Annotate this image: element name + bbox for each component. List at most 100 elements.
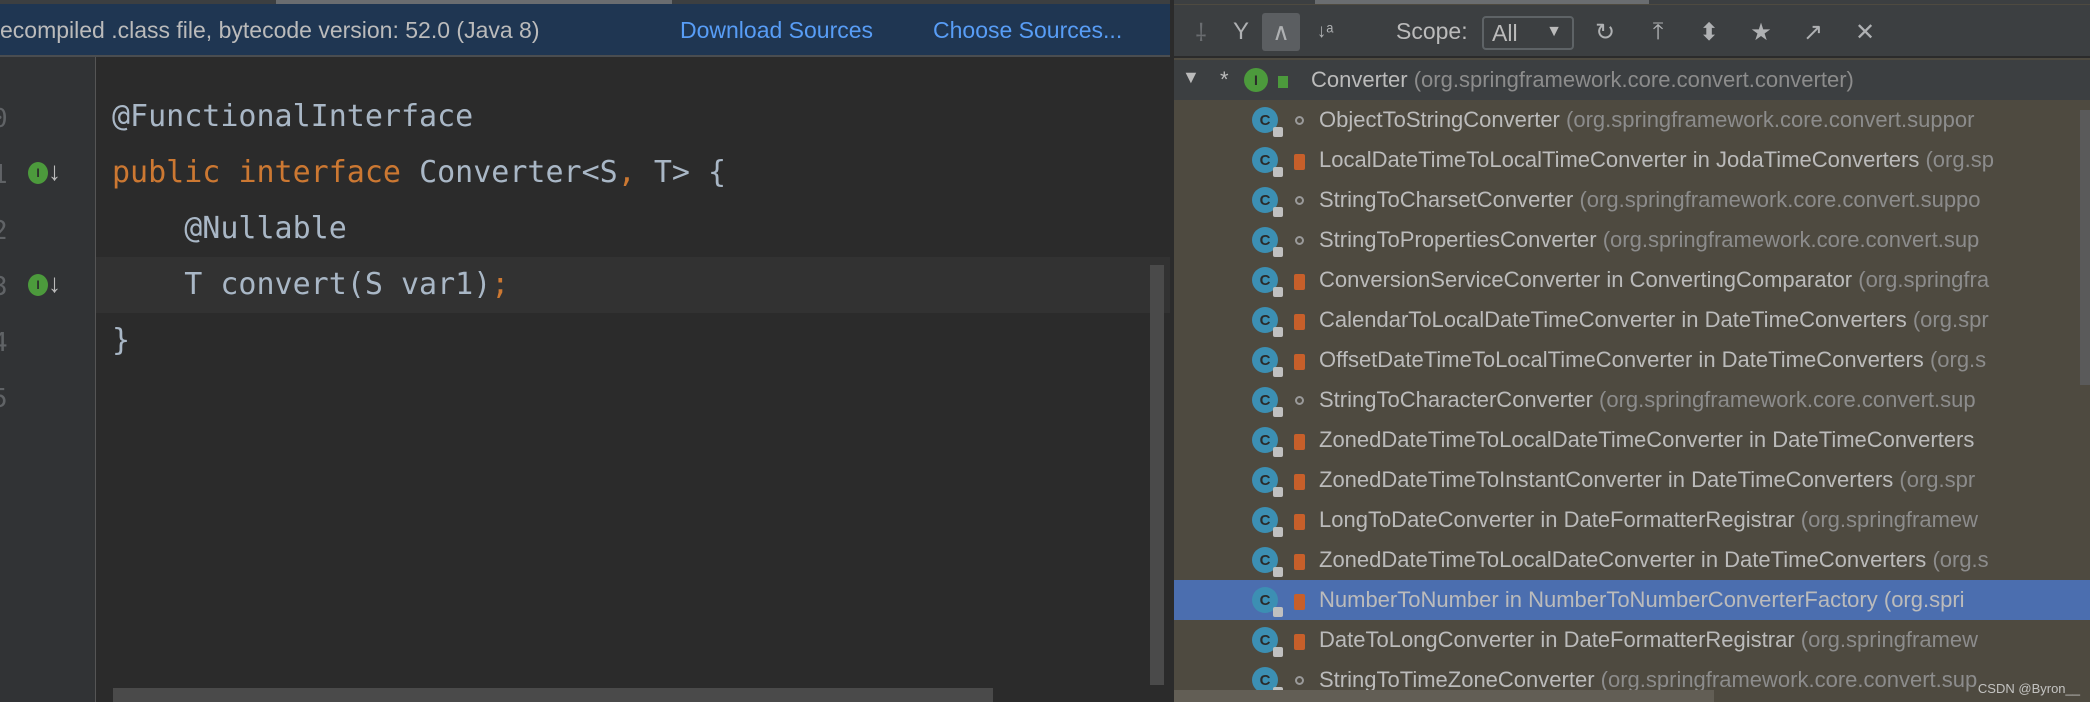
- code-token: ,: [617, 155, 636, 190]
- tree-item-label: StringToCharacterConverter (org.springfr…: [1319, 387, 1976, 412]
- private-access-icon: [1294, 274, 1305, 290]
- private-access-icon: [1294, 314, 1305, 330]
- private-access-icon: [1294, 354, 1305, 370]
- tree-item[interactable]: C LocalDateTimeToLocalTimeConverter in Jo…: [1174, 140, 2090, 180]
- tree-item-label: ZonedDateTimeToInstantConverter in DateT…: [1319, 467, 1976, 492]
- pin-icon[interactable]: ★: [1742, 13, 1780, 51]
- class-icon: C: [1252, 467, 1283, 497]
- code-token: T> {: [635, 155, 727, 190]
- hierarchy-panel: ⸸ Y ∧ ↓ᵃ Scope: All ▼ ↻ ⤒ ⬍ ★ ↗ ✕ ▼ * I C…: [1172, 0, 2090, 702]
- tree-vertical-scrollbar[interactable]: [2080, 110, 2090, 385]
- tree-item[interactable]: C ZonedDateTimeToLocalDateConverter in Da…: [1174, 540, 2090, 580]
- tree-item-label: LocalDateTimeToLocalTimeConverter in Jod…: [1319, 147, 1994, 172]
- asterisk-icon: *: [1220, 67, 1229, 92]
- scope-value: All: [1492, 20, 1518, 46]
- public-access-icon: [1278, 76, 1288, 88]
- scroll-to-source-icon[interactable]: ⤒: [1639, 13, 1677, 51]
- tree-item[interactable]: C OffsetDateTimeToLocalTimeConverter in D…: [1174, 340, 2090, 380]
- choose-sources-link[interactable]: Choose Sources...: [933, 17, 1122, 44]
- tree-item[interactable]: C StringToPropertiesConverter (org.spring…: [1174, 220, 2090, 260]
- line-number: 5: [0, 384, 8, 414]
- class-icon: C: [1252, 307, 1283, 337]
- code-token: T convert(S var1): [112, 267, 492, 302]
- code-token: Converter<S: [419, 155, 618, 190]
- package-access-icon: [1295, 196, 1304, 205]
- hierarchy-tab-scrollbar[interactable]: [1174, 0, 2090, 4]
- tree-item[interactable]: C ObjectToStringConverter (org.springfram…: [1174, 100, 2090, 140]
- scope-dropdown[interactable]: All ▼: [1482, 16, 1574, 50]
- class-icon: C: [1252, 227, 1283, 257]
- supertypes-hierarchy-icon[interactable]: ⸸: [1182, 13, 1220, 51]
- refresh-icon[interactable]: ↻: [1586, 13, 1624, 51]
- code-token: ;: [491, 267, 510, 302]
- package-access-icon: [1295, 236, 1304, 245]
- tree-item-label: ConversionServiceConverter in Converting…: [1319, 267, 1990, 292]
- tree-root-converter[interactable]: ▼ * I Converter (org.springframework.cor…: [1174, 60, 2090, 100]
- tree-item-label: NumberToNumber in NumberToNumberConverte…: [1319, 587, 1965, 612]
- class-icon: C: [1252, 547, 1283, 577]
- editor-vertical-scrollbar[interactable]: [1150, 265, 1164, 685]
- tree-item[interactable]: C ZonedDateTimeToInstantConverter in Date…: [1174, 460, 2090, 500]
- tree-horizontal-scrollbar[interactable]: [1174, 690, 1714, 702]
- tree-item-label: ZonedDateTimeToLocalDateConverter in Dat…: [1319, 547, 1989, 572]
- code-line: @Nullable: [112, 201, 347, 257]
- tree-item[interactable]: C LongToDateConverter in DateFormatterReg…: [1174, 500, 2090, 540]
- package-access-icon: [1295, 676, 1304, 685]
- private-access-icon: [1294, 474, 1305, 490]
- class-icon: C: [1252, 387, 1283, 417]
- line-number: 2: [0, 216, 8, 246]
- tree-item-label: Converter (org.springframework.core.conv…: [1311, 67, 1854, 92]
- banner-message: ecompiled .class file, bytecode version:…: [0, 17, 540, 43]
- line-number: 1: [0, 160, 8, 190]
- editor-panel: ecompiled .class file, bytecode version:…: [0, 0, 1170, 702]
- class-icon: C: [1252, 427, 1283, 457]
- editor-horizontal-scrollbar[interactable]: [113, 688, 993, 702]
- implemented-by-icon[interactable]: I ↓: [28, 268, 68, 300]
- tree-item[interactable]: C ConversionServiceConverter in Convertin…: [1174, 260, 2090, 300]
- expand-all-icon[interactable]: ⬍: [1690, 13, 1728, 51]
- tree-item[interactable]: C NumberToNumber in NumberToNumberConvert…: [1174, 580, 2090, 620]
- hierarchy-toolbar: ⸸ Y ∧ ↓ᵃ Scope: All ▼ ↻ ⤒ ⬍ ★ ↗ ✕: [1174, 5, 2090, 58]
- scope-label: Scope:: [1396, 18, 1468, 44]
- package-access-icon: [1295, 396, 1304, 405]
- tree-item-label: CalendarToLocalDateTimeConverter in Date…: [1319, 307, 1989, 332]
- line-number: 0: [0, 104, 8, 134]
- chevron-down-icon: ▼: [1546, 23, 1562, 40]
- tree-item-label: DateToLongConverter in DateFormatterRegi…: [1319, 627, 1979, 652]
- code-token: @Nullable: [112, 211, 347, 246]
- class-icon: C: [1252, 107, 1283, 137]
- code-line: }: [112, 313, 130, 369]
- decompiled-banner: ecompiled .class file, bytecode version:…: [0, 4, 1170, 57]
- close-icon[interactable]: ✕: [1846, 13, 1884, 51]
- tree-item[interactable]: C StringToCharsetConverter (org.springfra…: [1174, 180, 2090, 220]
- tree-item-label: OffsetDateTimeToLocalTimeConverter in Da…: [1319, 347, 1987, 372]
- sort-alphabetically-icon[interactable]: ↓ᵃ: [1306, 13, 1344, 51]
- subtypes-hierarchy-icon[interactable]: Y: [1222, 13, 1260, 51]
- tree-item[interactable]: C DateToLongConverter in DateFormatterReg…: [1174, 620, 2090, 660]
- tree-item-label: StringToPropertiesConverter (org.springf…: [1319, 227, 1980, 252]
- download-sources-link[interactable]: Download Sources: [680, 17, 873, 44]
- tree-item-label: StringToCharsetConverter (org.springfram…: [1319, 187, 1981, 212]
- class-icon: C: [1252, 267, 1283, 297]
- tree-item[interactable]: C ZonedDateTimeToLocalDateTimeConverter i…: [1174, 420, 2090, 460]
- expand-arrow-icon[interactable]: ▼: [1182, 67, 1200, 88]
- class-icon: C: [1252, 347, 1283, 377]
- code-token: }: [112, 323, 131, 358]
- package-access-icon: [1295, 116, 1304, 125]
- implemented-by-icon[interactable]: I ↓: [28, 156, 68, 188]
- tree-item[interactable]: C StringToCharacterConverter (org.springf…: [1174, 380, 2090, 420]
- private-access-icon: [1294, 634, 1305, 650]
- class-icon: C: [1252, 507, 1283, 537]
- code-token: interface: [238, 155, 420, 190]
- code-token: public: [112, 155, 239, 190]
- tree-item-label: ObjectToStringConverter (org.springframe…: [1319, 107, 1975, 132]
- class-icon: C: [1252, 187, 1283, 217]
- tree-item-label: LongToDateConverter in DateFormatterRegi…: [1319, 507, 1979, 532]
- class-icon: C: [1252, 587, 1283, 617]
- tree-item[interactable]: C CalendarToLocalDateTimeConverter in Dat…: [1174, 300, 2090, 340]
- code-token: @FunctionalInterface: [112, 99, 474, 134]
- class-hierarchy-icon[interactable]: ∧: [1262, 13, 1300, 51]
- line-number: 4: [0, 328, 8, 358]
- private-access-icon: [1294, 154, 1305, 170]
- export-icon[interactable]: ↗: [1794, 13, 1832, 51]
